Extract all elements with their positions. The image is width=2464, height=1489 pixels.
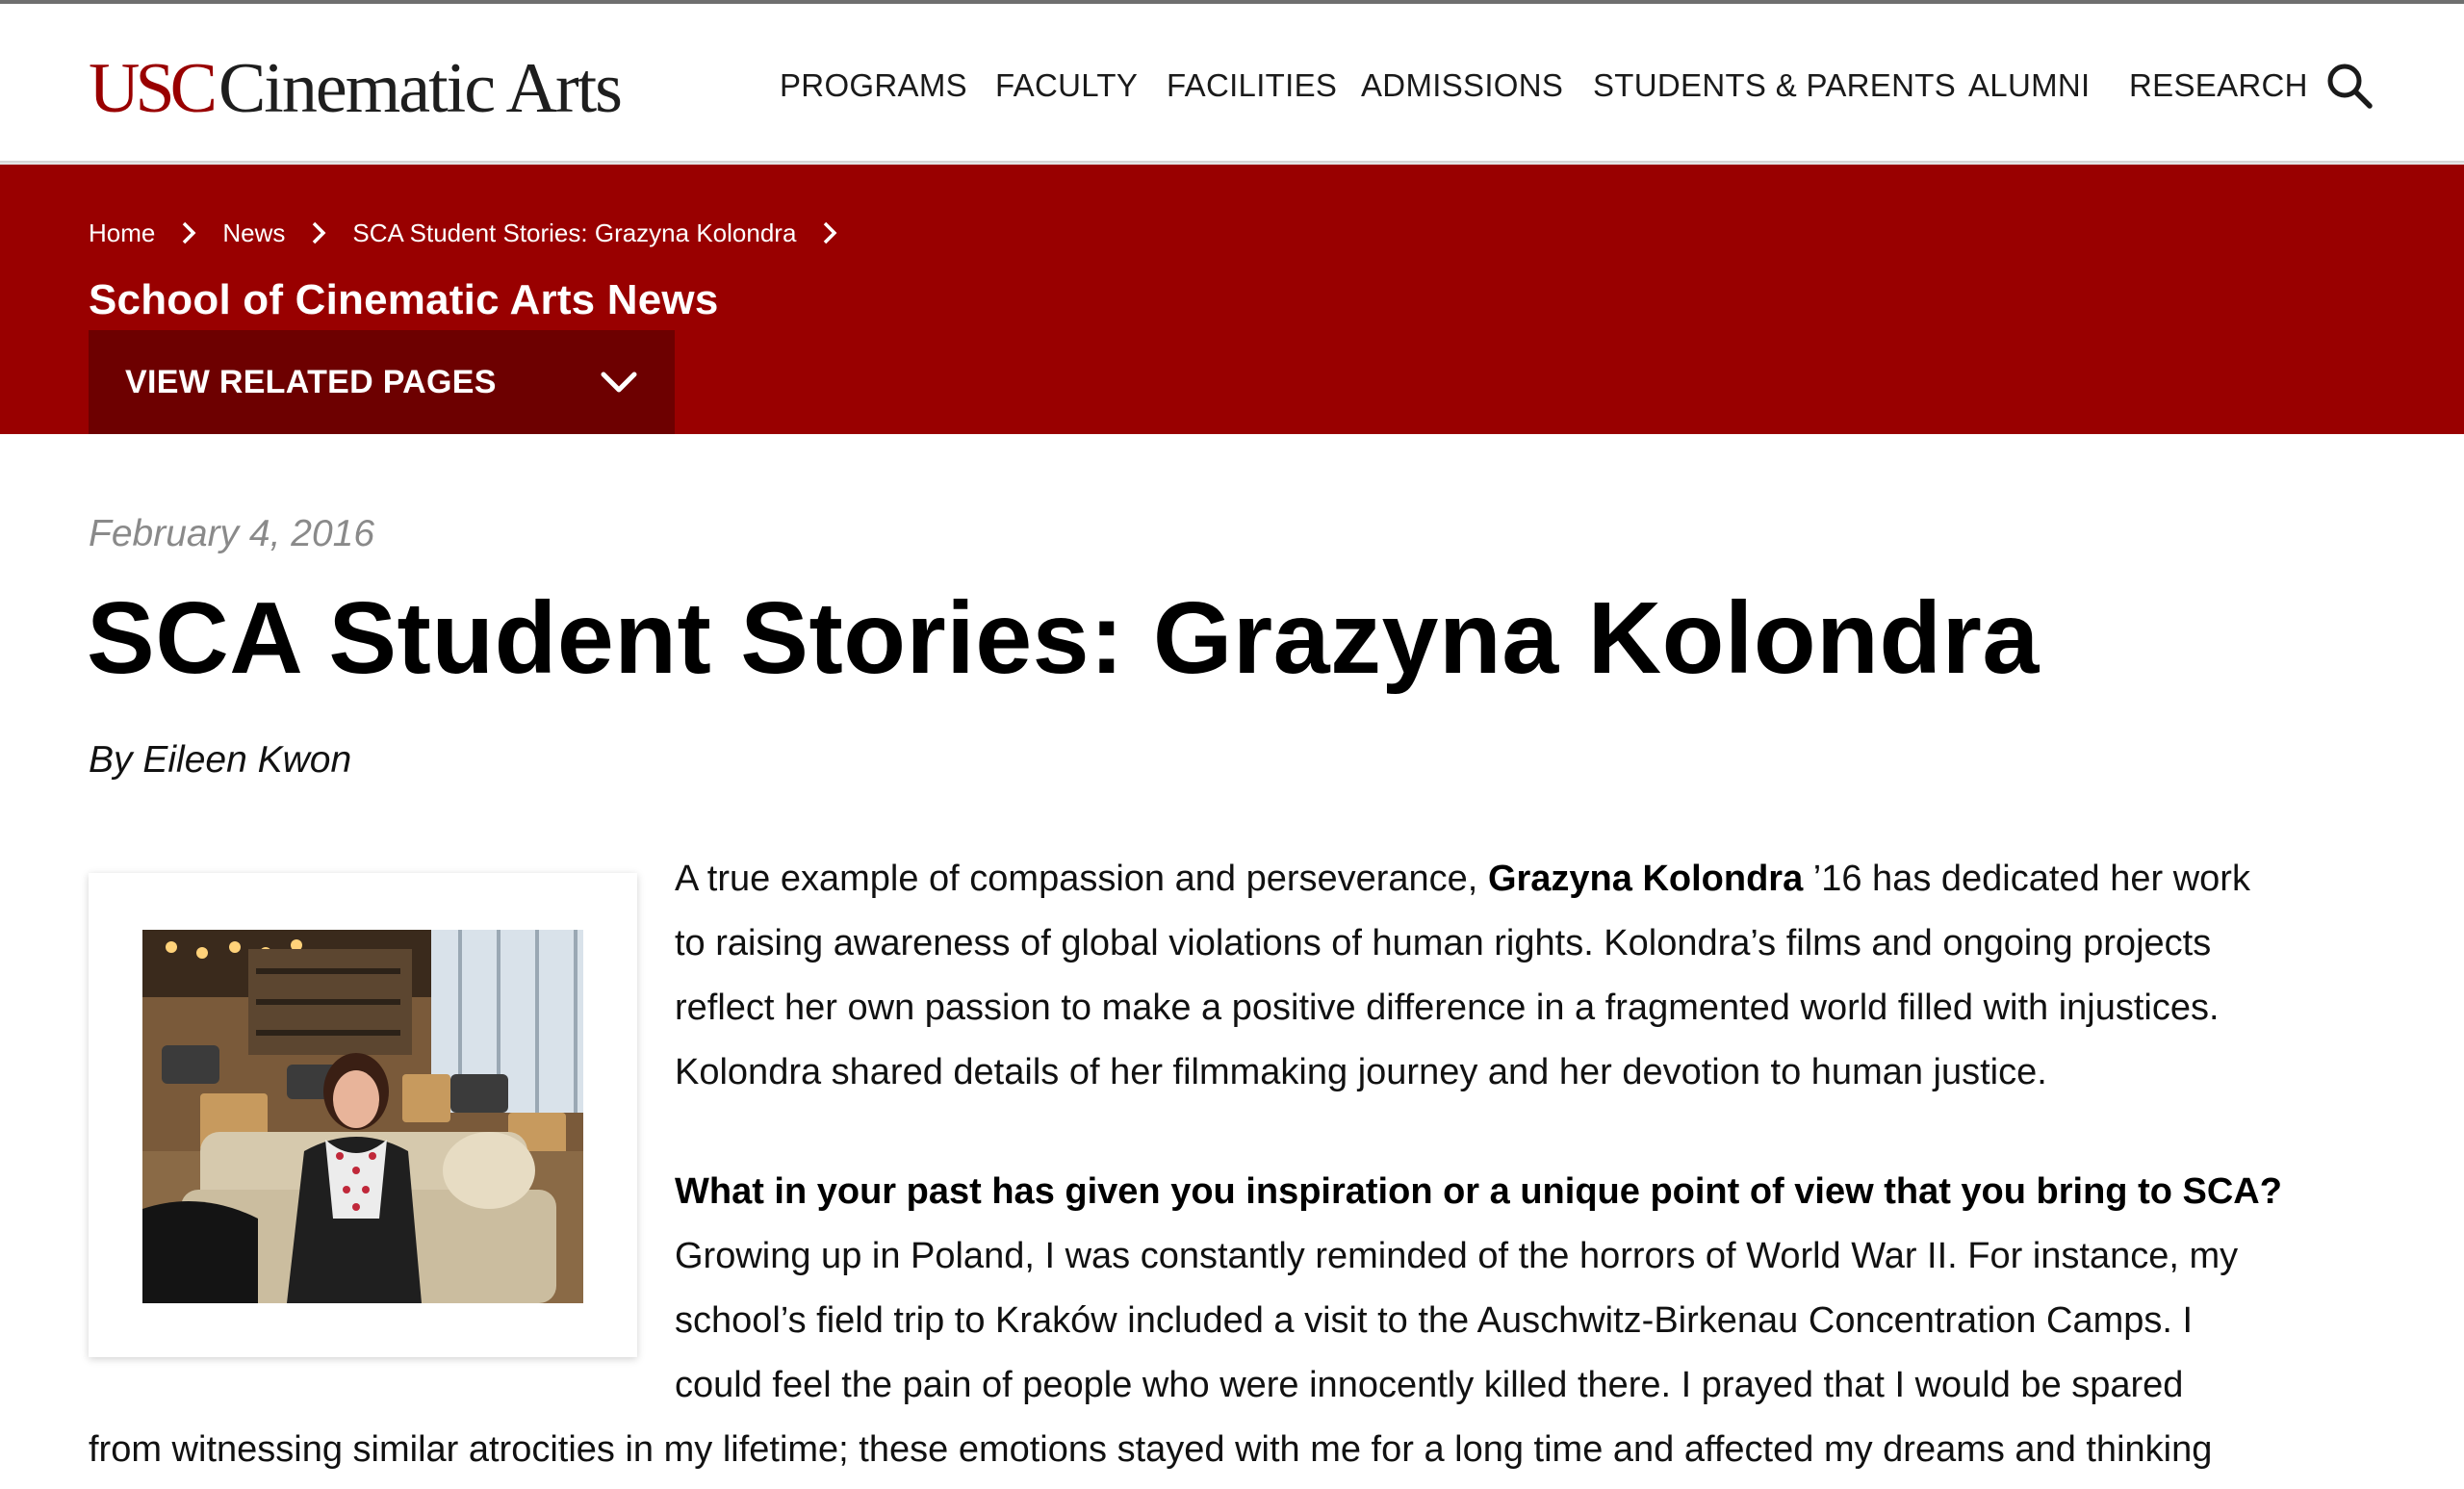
usc-cinematic-arts-logo[interactable]: USCCinematic Arts: [89, 49, 623, 128]
nav-programs[interactable]: PROGRAMS: [780, 62, 967, 110]
search-button[interactable]: [2323, 60, 2377, 114]
answer-line: could feel the pain of people who were i…: [675, 1365, 2184, 1405]
nav-students-parents[interactable]: STUDENTS & PARENTS: [1593, 62, 1956, 110]
interview-answer: Growing up in Poland, I was constantly r…: [675, 1224, 2369, 1418]
chevron-right-icon: [313, 221, 326, 244]
view-related-pages-dropdown[interactable]: VIEW RELATED PAGES: [89, 330, 675, 434]
answer-line: Growing up in Poland, I was constantly r…: [675, 1236, 2239, 1276]
section-title[interactable]: School of Cinematic Arts News: [89, 271, 719, 329]
article-photo-card: [89, 873, 637, 1357]
breadcrumb-home[interactable]: Home: [89, 218, 155, 248]
nav-research[interactable]: RESEARCH: [2129, 62, 2308, 110]
logo-cinematic-arts-text: Cinematic Arts: [218, 49, 623, 128]
logo-usc-text: USC: [89, 49, 218, 128]
article-photo: [142, 930, 583, 1303]
portrait-illustration: [142, 930, 583, 1303]
answer-line: school’s field trip to Kraków included a…: [675, 1300, 2194, 1341]
nav-admissions[interactable]: ADMISSIONS: [1361, 62, 1563, 110]
breadcrumb: Home News SCA Student Stories: Grazyna K…: [89, 213, 838, 253]
search-icon: [2327, 64, 2373, 109]
intro-line: Kolondra shared details of her filmmakin…: [675, 1052, 2047, 1092]
view-related-pages-label: VIEW RELATED PAGES: [125, 364, 497, 400]
chevron-down-icon: [601, 372, 637, 393]
intro-bold-name: Grazyna Kolondra: [1487, 859, 1804, 899]
intro-text: ’16 has dedicated her work: [1803, 859, 2250, 899]
answer-line-full-width: from witnessing similar atrocities in my…: [89, 1429, 2213, 1470]
section-banner: Home News SCA Student Stories: Grazyna K…: [0, 165, 2464, 434]
chevron-right-icon: [824, 221, 837, 244]
intro-text: A true example of compassion and perseve…: [675, 859, 1488, 899]
article-title: SCA Student Stories: Grazyna Kolondra: [87, 581, 2040, 695]
chevron-right-icon: [183, 221, 196, 244]
nav-alumni[interactable]: ALUMNI: [1968, 62, 2091, 110]
intro-line: to raising awareness of global violation…: [675, 923, 2212, 963]
article-intro: A true example of compassion and perseve…: [675, 847, 2369, 1105]
interview-question: What in your past has given you inspirat…: [675, 1171, 2282, 1212]
article-byline: By Eileen Kwon: [89, 739, 352, 781]
nav-facilities[interactable]: FACILITIES: [1167, 62, 1337, 110]
site-header: USCCinematic Arts PROGRAMS FACULTY FACIL…: [0, 4, 2464, 161]
intro-line: A true example of compassion and perseve…: [675, 847, 2369, 911]
intro-line: reflect her own passion to make a positi…: [675, 988, 2220, 1028]
breadcrumb-news[interactable]: News: [222, 218, 285, 248]
article-date: February 4, 2016: [89, 513, 375, 554]
breadcrumb-current[interactable]: SCA Student Stories: Grazyna Kolondra: [352, 218, 796, 248]
nav-faculty[interactable]: FACULTY: [995, 62, 1138, 110]
